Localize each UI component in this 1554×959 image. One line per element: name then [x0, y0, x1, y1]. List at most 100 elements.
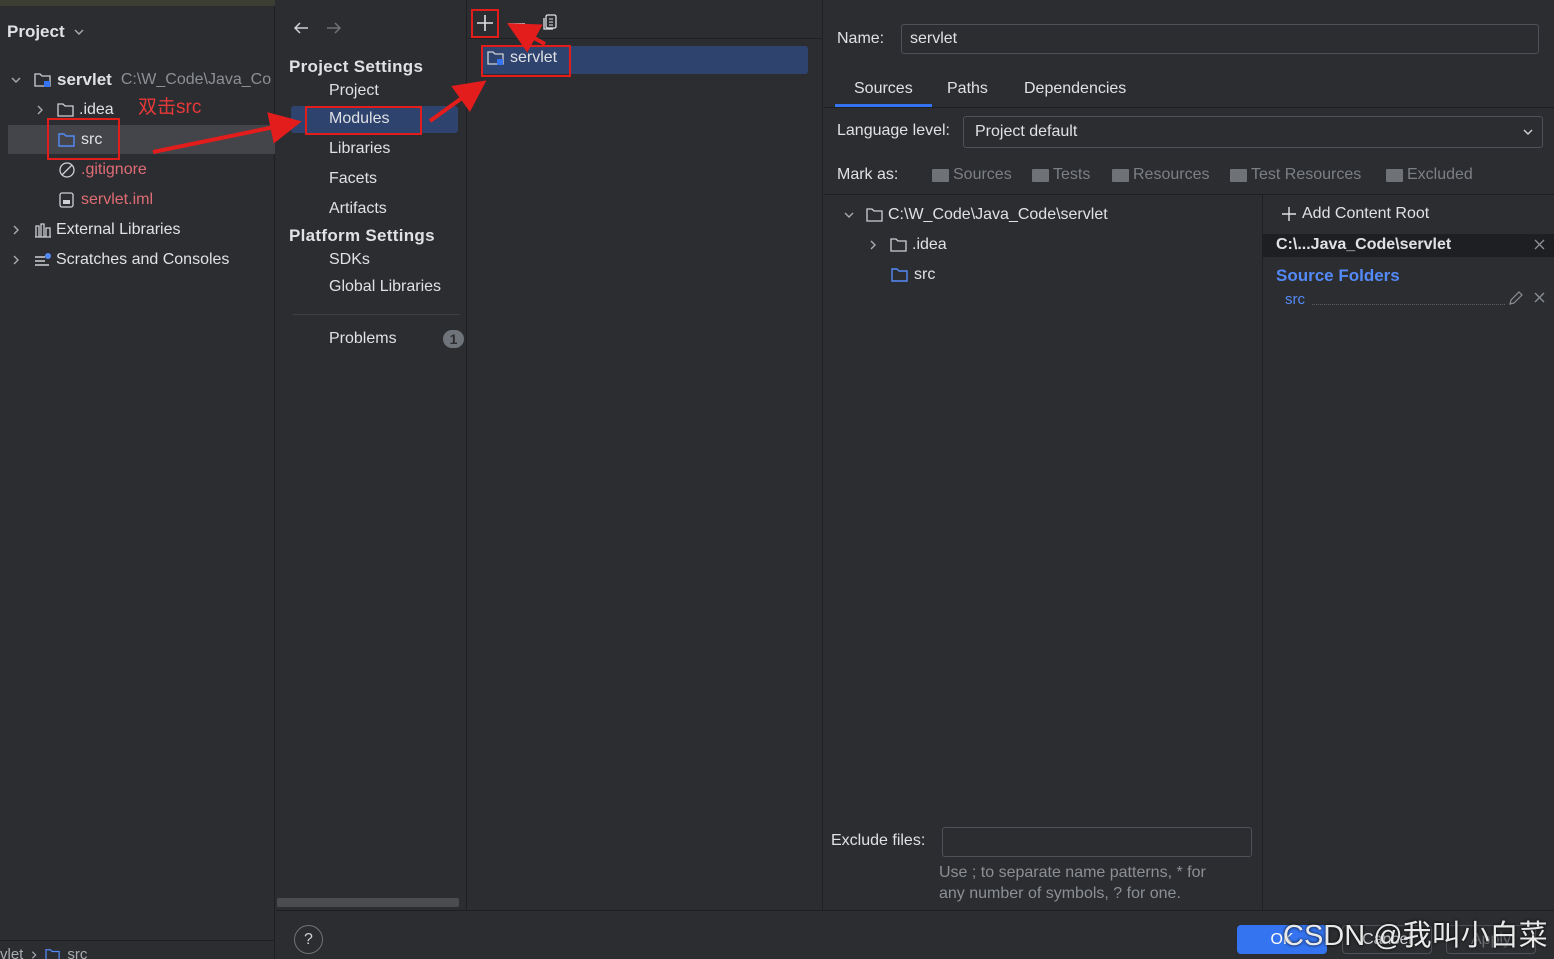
problems-count-badge: 1 — [443, 330, 464, 348]
project-title: Project — [7, 22, 65, 41]
tree-row-gitignore[interactable]: .gitignore — [58, 156, 147, 184]
source-folder-src[interactable]: src — [1285, 291, 1305, 308]
tab-sources[interactable]: Sources — [854, 80, 913, 98]
tree-label: servlet.iml — [81, 191, 154, 208]
source-folder-icon — [891, 267, 909, 283]
help-icon[interactable]: ? — [294, 925, 323, 954]
exclude-hint-line: Use ; to separate name patterns, * for — [939, 864, 1206, 881]
mark-label: Sources — [953, 166, 1012, 183]
folder-icon — [1032, 168, 1049, 182]
add-icon[interactable] — [475, 13, 495, 33]
mark-sources-button[interactable]: Sources — [932, 166, 1012, 184]
exclude-files-label: Exclude files: — [831, 832, 926, 849]
add-content-root-label: Add Content Root — [1302, 205, 1430, 222]
copy-icon[interactable] — [541, 13, 559, 31]
language-level-label: Language level: — [837, 122, 950, 139]
content-root-path: C:\...Java_Code\servlet — [1276, 236, 1452, 253]
scratches-icon — [34, 252, 52, 268]
nav-item-sdks[interactable]: SDKs — [329, 251, 370, 269]
project-settings-header: Project Settings — [289, 57, 424, 76]
chevron-right-icon — [867, 239, 879, 251]
remove-icon[interactable] — [508, 22, 526, 26]
name-label: Name: — [837, 30, 885, 47]
back-arrow-icon[interactable] — [292, 20, 310, 36]
root-name: servlet — [57, 70, 112, 89]
chevron-right-icon — [10, 254, 22, 266]
source-folder-icon — [58, 132, 76, 148]
name-field[interactable]: servlet — [901, 24, 1539, 54]
tree-label: External Libraries — [56, 221, 181, 238]
source-folders-header: Source Folders — [1276, 266, 1400, 285]
mark-as-label: Mark as: — [837, 166, 899, 183]
chevron-right-icon — [34, 104, 46, 116]
mark-test-resources-button[interactable]: Test Resources — [1230, 166, 1361, 184]
settings-navigation — [276, 0, 467, 910]
mark-label: Tests — [1053, 166, 1091, 183]
tab-paths[interactable]: Paths — [947, 80, 988, 98]
tabs-divider — [824, 107, 1554, 108]
close-icon[interactable] — [1534, 292, 1545, 303]
tree-row-iml[interactable]: servlet.iml — [58, 186, 153, 214]
source-tree-root[interactable]: C:\W_Code\Java_Code\servlet — [843, 201, 1108, 229]
nav-item-facets[interactable]: Facets — [329, 170, 377, 188]
tree-label: .idea — [79, 101, 114, 118]
tree-row-root[interactable]: servlet C:\W_Code\Java_Co — [10, 66, 271, 94]
mark-label: Excluded — [1407, 166, 1473, 183]
language-level-value: Project default — [975, 123, 1078, 140]
chevron-down-icon — [10, 74, 24, 86]
nav-item-artifacts[interactable]: Artifacts — [329, 200, 387, 218]
name-value: servlet — [910, 30, 958, 47]
close-icon[interactable] — [1534, 239, 1545, 250]
folder-icon — [1230, 168, 1247, 182]
forward-arrow-icon[interactable] — [325, 20, 343, 36]
chevron-down-icon — [73, 26, 85, 38]
chevron-right-icon — [10, 224, 22, 236]
module-item-servlet[interactable]: servlet — [487, 49, 557, 67]
tab-dependencies[interactable]: Dependencies — [1024, 80, 1126, 98]
breadcrumb: vlet src — [0, 940, 275, 959]
folder-icon — [866, 207, 884, 223]
folder-icon — [45, 948, 61, 959]
chevron-down-icon — [1522, 126, 1534, 138]
source-tree-src[interactable]: src — [891, 261, 935, 289]
folder-icon — [1112, 168, 1129, 182]
tree-row-idea[interactable]: .idea — [34, 96, 114, 124]
tree-row-selection — [8, 125, 275, 154]
exclude-files-field[interactable] — [942, 827, 1252, 857]
mark-excluded-button[interactable]: Excluded — [1386, 166, 1473, 184]
source-tree-label: src — [914, 266, 936, 283]
folder-icon — [1386, 168, 1403, 182]
nav-item-global-libraries[interactable]: Global Libraries — [329, 278, 441, 296]
mark-tests-button[interactable]: Tests — [1032, 166, 1090, 184]
nav-item-modules[interactable]: Modules — [329, 110, 389, 128]
content-root-divider — [1262, 195, 1263, 910]
language-level-select[interactable]: Project default — [963, 116, 1543, 148]
annotation-text: 双击src — [138, 97, 202, 118]
ignore-icon — [58, 161, 76, 179]
module-folder-icon — [487, 50, 505, 66]
mark-resources-button[interactable]: Resources — [1112, 166, 1209, 184]
source-tree-label: .idea — [912, 236, 947, 253]
nav-item-project[interactable]: Project — [329, 82, 379, 100]
platform-settings-header: Platform Settings — [289, 226, 435, 245]
add-content-root-button[interactable]: Add Content Root — [1281, 205, 1429, 223]
breadcrumb-item[interactable]: vlet — [0, 946, 23, 959]
horizontal-scrollbar[interactable] — [277, 898, 459, 907]
edit-icon[interactable] — [1508, 290, 1524, 306]
mark-divider — [824, 194, 1554, 195]
project-view-selector[interactable]: Project — [7, 22, 85, 42]
tree-row-scratches[interactable]: Scratches and Consoles — [10, 246, 229, 274]
mark-label: Test Resources — [1251, 166, 1362, 183]
tree-row-external-libraries[interactable]: External Libraries — [10, 216, 181, 244]
module-label: servlet — [510, 49, 558, 66]
tree-label: src — [81, 131, 103, 148]
library-icon — [34, 222, 52, 238]
source-tree-idea[interactable]: .idea — [867, 231, 947, 259]
exclude-hint: Use ; to separate name patterns, * for a… — [939, 862, 1206, 904]
tree-row-src[interactable]: src — [58, 126, 102, 154]
root-path: C:\W_Code\Java_Co — [120, 71, 272, 88]
nav-item-libraries[interactable]: Libraries — [329, 140, 390, 158]
nav-item-problems[interactable]: Problems — [329, 330, 397, 348]
breadcrumb-item[interactable]: src — [67, 946, 87, 959]
mark-label: Resources — [1133, 166, 1210, 183]
